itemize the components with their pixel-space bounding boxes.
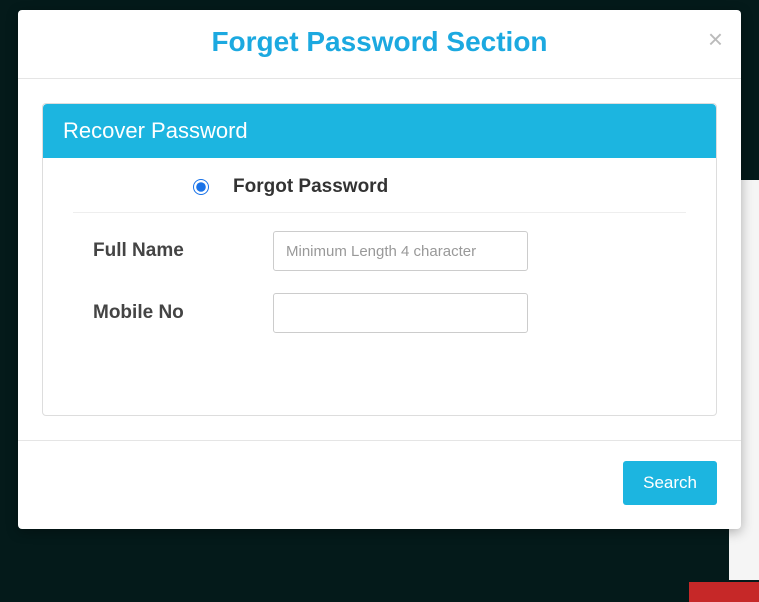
forgot-password-modal: Forget Password Section × Recover Passwo… <box>18 10 741 529</box>
option-row: Forgot Password <box>73 176 686 213</box>
forgot-password-radio[interactable] <box>193 179 209 195</box>
search-button[interactable]: Search <box>623 461 717 505</box>
close-icon[interactable]: × <box>708 26 723 52</box>
mobile-no-label: Mobile No <box>73 302 273 324</box>
modal-header: Forget Password Section × <box>18 10 741 79</box>
mobile-no-input[interactable] <box>273 293 528 333</box>
mobile-no-row: Mobile No <box>73 293 686 333</box>
modal-title: Forget Password Section <box>38 26 721 58</box>
full-name-row: Full Name <box>73 231 686 271</box>
full-name-input[interactable] <box>273 231 528 271</box>
recover-panel: Recover Password Forgot Password Full Na… <box>42 103 717 416</box>
full-name-label: Full Name <box>73 240 273 262</box>
bg-accent <box>689 582 759 602</box>
panel-header: Recover Password <box>43 104 716 158</box>
option-label: Forgot Password <box>233 176 388 198</box>
modal-body: Recover Password Forgot Password Full Na… <box>18 79 741 440</box>
panel-body: Forgot Password Full Name Mobile No <box>43 158 716 415</box>
modal-footer: Search <box>18 440 741 529</box>
